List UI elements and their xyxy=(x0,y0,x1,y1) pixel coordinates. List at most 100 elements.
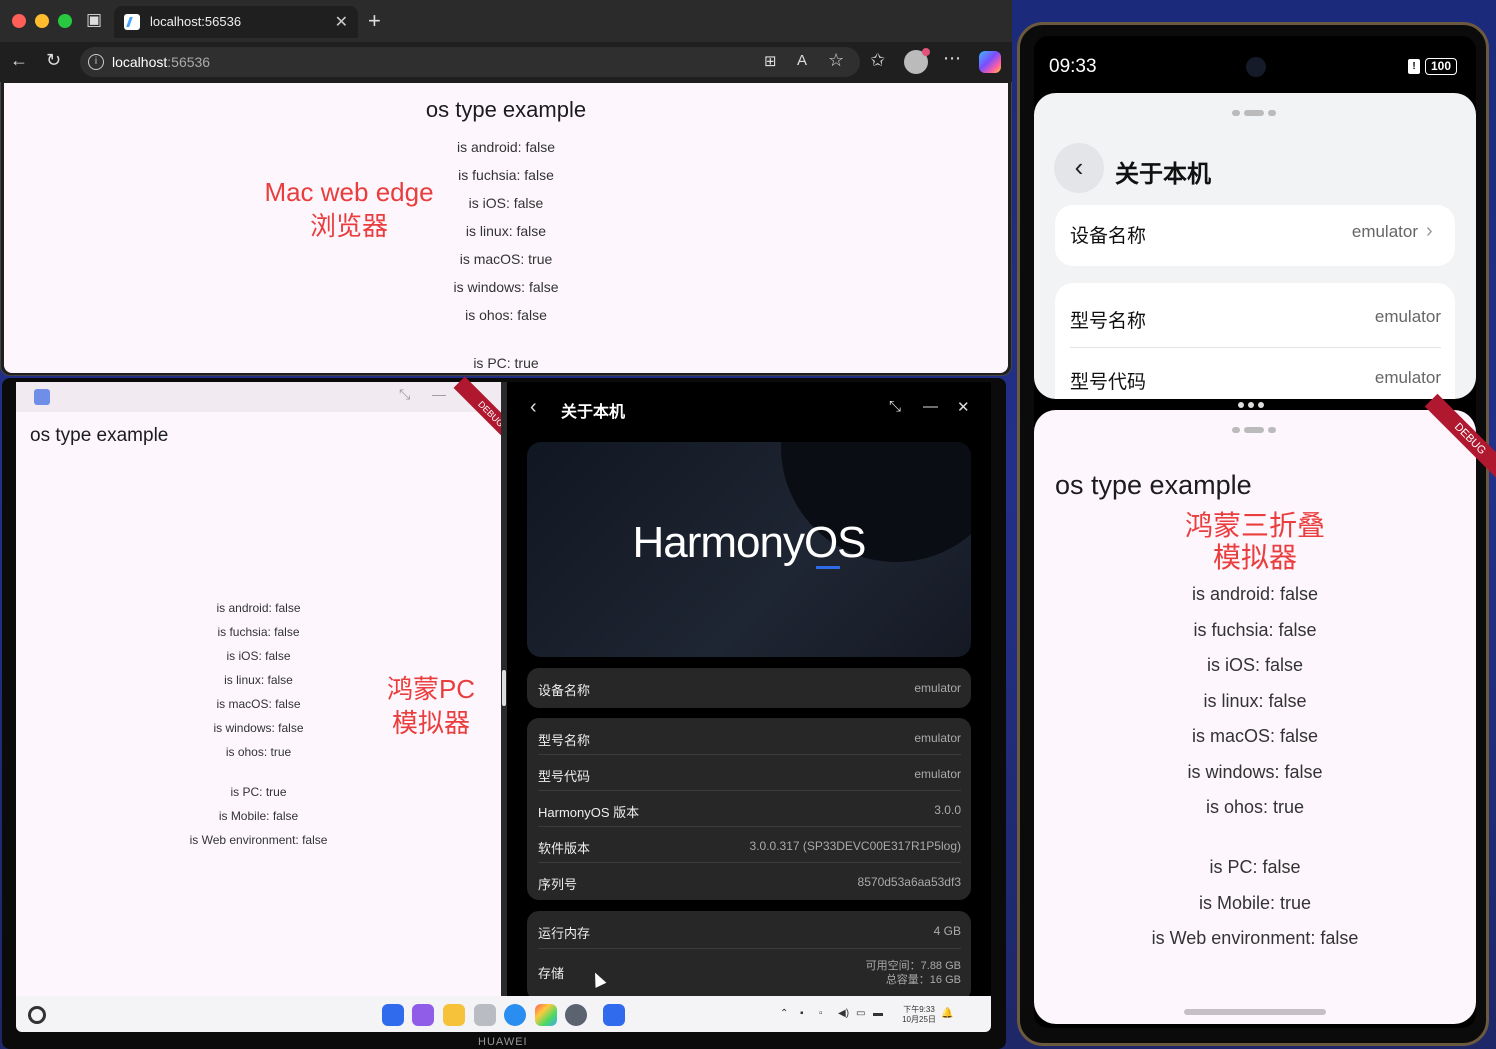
copilot-icon[interactable] xyxy=(979,51,1001,73)
back-chevron-icon[interactable]: ‹ xyxy=(530,396,537,419)
os-line: is macOS: false xyxy=(1191,726,1319,746)
home-indicator[interactable] xyxy=(1184,1009,1326,1015)
close-icon[interactable]: ✕ xyxy=(957,398,970,416)
os-line: is linux: false xyxy=(465,223,547,239)
minimize-icon[interactable]: — xyxy=(432,386,446,402)
os-line: is linux: false xyxy=(1203,691,1307,711)
close-tab-icon[interactable]: ✕ xyxy=(335,12,348,32)
os-line: is Mobile: false xyxy=(218,809,299,823)
flutter-favicon-icon xyxy=(124,14,140,30)
files-icon[interactable] xyxy=(412,1004,434,1026)
tray-icon[interactable]: ▫ xyxy=(819,1008,823,1019)
drag-handle-icon[interactable] xyxy=(1232,110,1276,116)
app-icon xyxy=(34,389,50,405)
os-line: is windows: false xyxy=(453,279,559,295)
row-label: 设备名称 xyxy=(538,683,591,698)
favorite-star-icon[interactable]: ☆ xyxy=(828,50,844,71)
start-icon[interactable] xyxy=(28,1006,46,1024)
restore-icon[interactable]: ⤡ xyxy=(399,386,410,403)
annotation-mac-web: Mac web edge 浏览器 xyxy=(244,175,454,243)
sidebar-toggle-icon[interactable]: ▣ xyxy=(86,10,102,30)
os-line: is PC: false xyxy=(1209,857,1301,877)
chevron-right-icon: › xyxy=(1426,220,1433,242)
fold-handle-icon[interactable] xyxy=(1238,402,1264,408)
page-title: os type example xyxy=(425,97,587,122)
divider xyxy=(538,754,961,755)
minimize-window-button[interactable] xyxy=(35,14,49,28)
divider xyxy=(538,790,961,791)
new-tab-button[interactable]: + xyxy=(368,8,381,34)
maximize-window-button[interactable] xyxy=(58,14,72,28)
os-line: is iOS: false xyxy=(468,195,544,211)
gallery-icon[interactable] xyxy=(535,1004,557,1026)
settings-title: 关于本机 xyxy=(561,404,626,421)
battery-icon[interactable]: ▬ xyxy=(873,1008,883,1019)
os-line: is macOS: true xyxy=(459,251,553,267)
row-value: emulator xyxy=(1374,307,1441,326)
restore-icon[interactable]: ⤡ xyxy=(889,398,901,415)
clock-date: 10月25日 xyxy=(902,1015,936,1024)
row-value: 4 GB xyxy=(933,924,961,938)
row-label: 序列号 xyxy=(538,877,578,892)
address-bar[interactable]: i localhost:56536 xyxy=(80,47,860,77)
annotation-line: 鸿蒙PC xyxy=(386,674,476,704)
annotation-line: 模拟器 xyxy=(1212,542,1297,573)
row-value: 3.0.0.317 (SP33DEVC00E317R1P5log) xyxy=(749,839,961,853)
read-aloud-icon[interactable]: A xyxy=(797,52,807,69)
tab-title: localhost:56536 xyxy=(150,14,242,29)
notification-bell-icon[interactable]: 🔔 xyxy=(941,1008,953,1019)
os-line: is android: false xyxy=(216,601,301,615)
battery-indicator: 100 xyxy=(1425,58,1457,75)
row-value: emulator xyxy=(914,731,961,745)
os-line: is PC: true xyxy=(473,355,539,371)
row-label: 存储 xyxy=(538,966,565,981)
settings-gear-icon[interactable] xyxy=(565,1004,587,1026)
annotation-harmony-pc: 鸿蒙PC 模拟器 xyxy=(370,672,492,740)
app-install-icon[interactable]: ⊞ xyxy=(764,52,777,70)
annotation-line: Mac web edge xyxy=(264,177,434,207)
browser-icon[interactable] xyxy=(504,1004,526,1026)
row-value: emulator xyxy=(914,767,961,781)
os-line: is android: false xyxy=(1191,584,1319,604)
logo-accent-bar xyxy=(816,566,840,569)
row-value: 3.0.0 xyxy=(934,803,961,817)
profile-avatar[interactable] xyxy=(904,48,930,74)
browser-tab[interactable]: localhost:56536 ✕ xyxy=(114,6,358,38)
trash-icon[interactable] xyxy=(474,1004,496,1026)
more-menu-icon[interactable]: ⋯ xyxy=(943,48,961,69)
os-line: is Mobile: true xyxy=(1198,893,1312,913)
notes-icon[interactable] xyxy=(443,1004,465,1026)
settings-title: 关于本机 xyxy=(1115,161,1211,188)
row-label: 运行内存 xyxy=(538,926,591,941)
row-value: 8570d53a6aa53df3 xyxy=(857,875,961,889)
display-icon[interactable]: ▭ xyxy=(856,1008,865,1019)
row-label: HarmonyOS 版本 xyxy=(538,805,640,820)
os-line: is windows: false xyxy=(1187,762,1323,782)
back-button[interactable]: ‹ xyxy=(1054,143,1104,193)
tray-icon[interactable]: ▪ xyxy=(800,1008,804,1019)
os-line: is ohos: true xyxy=(1205,797,1305,817)
row-label: 型号名称 xyxy=(1070,311,1147,332)
flutter-window-titlebar xyxy=(16,382,501,412)
app-grid-icon[interactable] xyxy=(382,1004,404,1026)
reload-icon[interactable]: ↻ xyxy=(46,50,61,71)
volume-icon[interactable]: ◀) xyxy=(838,1008,849,1019)
os-line: is ohos: true xyxy=(225,745,292,759)
row-value: emulator xyxy=(1351,222,1418,241)
row-label: 型号代码 xyxy=(538,769,591,784)
app-title: os type example xyxy=(30,425,169,446)
tray-chevron-icon[interactable]: ⌃ xyxy=(780,1008,788,1019)
close-window-button[interactable] xyxy=(12,14,26,28)
taskbar-clock[interactable]: 下午9:33 10月25日 xyxy=(899,1005,939,1025)
split-handle[interactable] xyxy=(502,670,506,706)
drag-handle-icon[interactable] xyxy=(1232,427,1276,433)
back-arrow-icon[interactable]: ← xyxy=(10,50,28,71)
minimize-icon[interactable]: — xyxy=(923,398,938,415)
favorites-list-icon[interactable]: ✩ xyxy=(870,50,885,71)
os-line: is android: false xyxy=(456,139,556,155)
alert-icon: ! xyxy=(1408,59,1420,74)
flutter-app-icon[interactable] xyxy=(603,1004,625,1026)
row-label: 软件版本 xyxy=(538,841,591,856)
web-page-content: os type example is android: false is fuc… xyxy=(4,83,1008,373)
site-info-icon[interactable]: i xyxy=(88,54,104,70)
